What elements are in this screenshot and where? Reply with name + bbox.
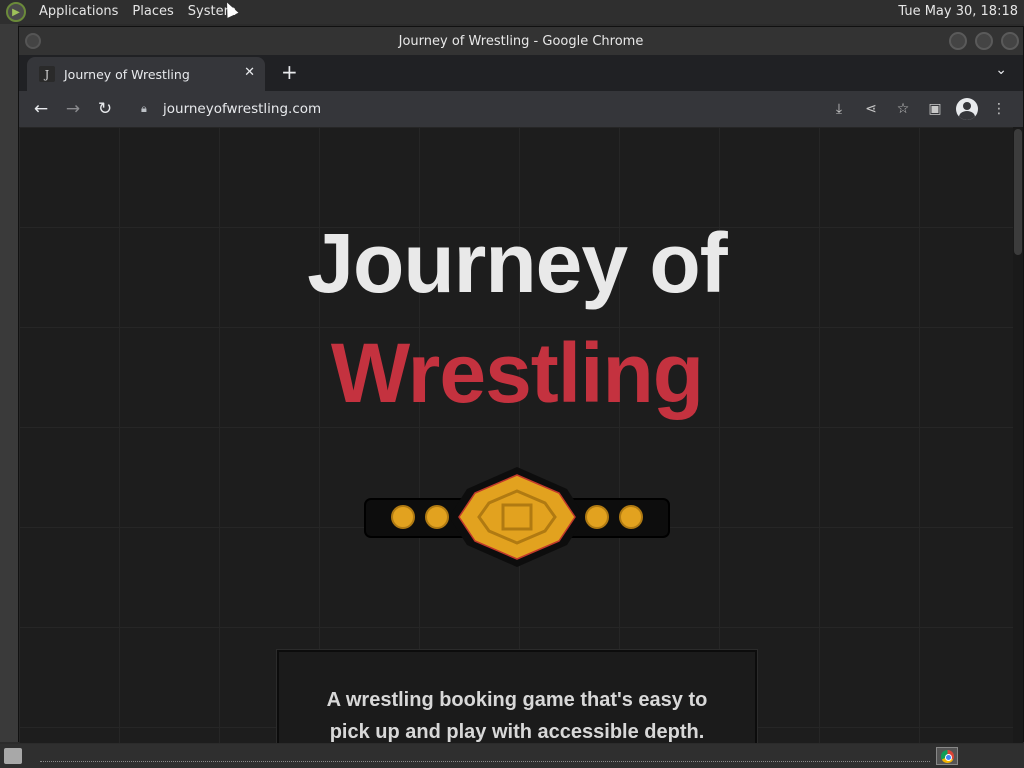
forward-icon[interactable]: → bbox=[57, 93, 89, 125]
scrollbar-thumb[interactable] bbox=[1014, 129, 1022, 255]
favicon-icon: J bbox=[39, 66, 55, 82]
chrome-taskbar-icon[interactable] bbox=[936, 747, 958, 765]
install-icon[interactable]: ⤓ bbox=[823, 93, 855, 125]
menu-applications[interactable]: Applications bbox=[32, 0, 125, 24]
scrollbar[interactable] bbox=[1013, 127, 1023, 743]
distro-logo-icon[interactable]: ▶ bbox=[6, 2, 26, 22]
kebab-menu-icon[interactable]: ⋮ bbox=[983, 93, 1015, 125]
desktop-bottom-panel bbox=[0, 744, 1024, 768]
side-panel-icon[interactable]: ▣ bbox=[919, 93, 951, 125]
menu-places[interactable]: Places bbox=[125, 0, 180, 24]
window-menu-icon[interactable] bbox=[25, 33, 41, 49]
tab-strip: J Journey of Wrestling ✕ + ⌄ bbox=[19, 55, 1023, 91]
tab-journey-of-wrestling[interactable]: J Journey of Wrestling ✕ bbox=[27, 57, 265, 91]
desktop-menu: ▶ Applications Places System bbox=[0, 0, 243, 24]
tab-search-chevron-icon[interactable]: ⌄ bbox=[995, 62, 1007, 78]
toolbar-actions: ⤓ ⋖ ☆ ▣ ⋮ bbox=[823, 93, 1015, 125]
bookmark-star-icon[interactable]: ☆ bbox=[887, 93, 919, 125]
url-text[interactable]: journeyofwrestling.com bbox=[163, 101, 321, 117]
share-icon[interactable]: ⋖ bbox=[855, 93, 887, 125]
browser-toolbar: ← → ↻ 🔒︎ journeyofwrestling.com ⤓ ⋖ ☆ ▣ … bbox=[19, 91, 1023, 127]
new-tab-icon[interactable]: + bbox=[281, 60, 298, 84]
window-list[interactable] bbox=[40, 750, 930, 762]
desktop-top-panel: ▶ Applications Places System Tue May 30,… bbox=[0, 0, 1024, 24]
hero-title-line2: Wrestling bbox=[330, 326, 704, 420]
window-title: Journey of Wrestling - Google Chrome bbox=[398, 33, 644, 49]
maximize-button[interactable] bbox=[975, 32, 993, 50]
close-tab-icon[interactable]: ✕ bbox=[244, 65, 255, 80]
address-bar[interactable]: 🔒︎ journeyofwrestling.com bbox=[129, 93, 889, 125]
hero-title-line1: Journey of bbox=[307, 216, 727, 310]
minimize-button[interactable] bbox=[949, 32, 967, 50]
tagline-card: A wrestling booking game that's easy to … bbox=[277, 650, 757, 743]
close-window-button[interactable] bbox=[1001, 32, 1019, 50]
tab-title: Journey of Wrestling bbox=[64, 66, 190, 82]
page-viewport: Journey of Wrestling A wrestling booking… bbox=[19, 127, 1023, 743]
profile-icon[interactable] bbox=[951, 93, 983, 125]
window-controls bbox=[949, 32, 1019, 50]
clock[interactable]: Tue May 30, 18:18 bbox=[898, 0, 1018, 24]
window-titlebar[interactable]: Journey of Wrestling - Google Chrome bbox=[19, 27, 1023, 55]
back-icon[interactable]: ← bbox=[25, 93, 57, 125]
tagline-text: A wrestling booking game that's easy to … bbox=[326, 689, 708, 743]
lock-icon[interactable]: 🔒︎ bbox=[141, 102, 155, 116]
show-desktop-icon[interactable] bbox=[4, 748, 22, 764]
browser-window: Journey of Wrestling - Google Chrome J J… bbox=[18, 26, 1024, 743]
championship-belt-icon bbox=[364, 467, 670, 567]
desktop-left-edge bbox=[0, 24, 18, 742]
reload-icon[interactable]: ↻ bbox=[89, 93, 121, 125]
